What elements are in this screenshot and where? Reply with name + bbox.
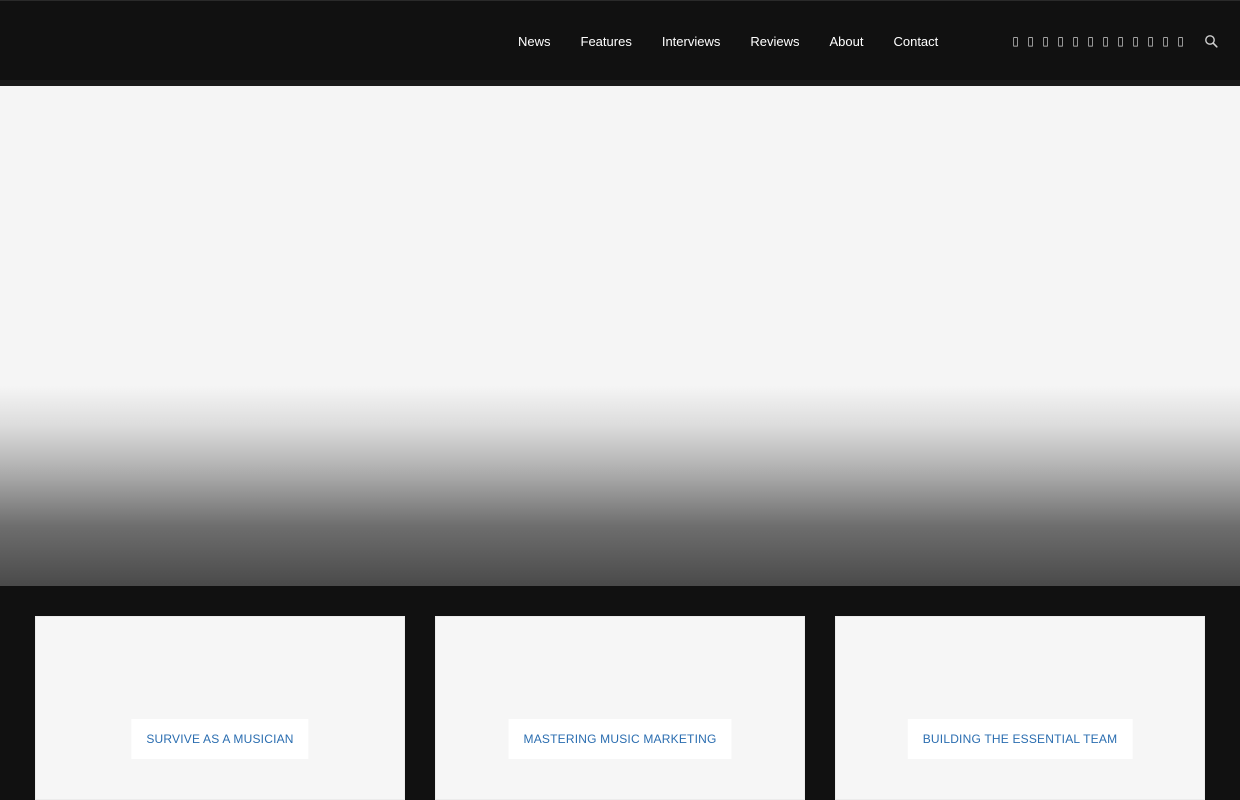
facebook-icon[interactable]: ▯ <box>1008 34 1023 48</box>
linkedin-icon[interactable]: ▯ <box>1128 34 1143 48</box>
search-icon[interactable] <box>1204 34 1218 48</box>
main-nav: News Features Interviews Reviews About C… <box>503 1 953 81</box>
feature-cards: SURVIVE AS A MUSICIAN MASTERING MUSIC MA… <box>35 616 1205 800</box>
card-label-survive[interactable]: SURVIVE AS A MUSICIAN <box>131 719 309 759</box>
pinterest-icon[interactable]: ▯ <box>1098 34 1113 48</box>
rss-icon[interactable]: ▯ <box>1158 34 1173 48</box>
instagram-icon[interactable]: ▯ <box>1038 34 1053 48</box>
twitter-icon[interactable]: ▯ <box>1023 34 1038 48</box>
nav-item-interviews[interactable]: Interviews <box>647 34 736 49</box>
card-label-team[interactable]: BUILDING THE ESSENTIAL TEAM <box>907 719 1133 759</box>
nav-item-features[interactable]: Features <box>566 34 647 49</box>
feature-card[interactable]: MASTERING MUSIC MARKETING <box>435 616 805 800</box>
spotify-icon[interactable]: ▯ <box>1083 34 1098 48</box>
social-links: ▯ ▯ ▯ ▯ ▯ ▯ ▯ ▯ ▯ ▯ ▯ ▯ <box>1008 1 1188 81</box>
email-icon[interactable]: ▯ <box>1173 34 1188 48</box>
site-header: News Features Interviews Reviews About C… <box>0 0 1240 80</box>
tumblr-icon[interactable]: ▯ <box>1113 34 1128 48</box>
nav-item-reviews[interactable]: Reviews <box>735 34 814 49</box>
feature-card[interactable]: BUILDING THE ESSENTIAL TEAM <box>835 616 1205 800</box>
nav-item-contact[interactable]: Contact <box>878 34 953 49</box>
feature-card[interactable]: SURVIVE AS A MUSICIAN <box>35 616 405 800</box>
youtube-icon[interactable]: ▯ <box>1053 34 1068 48</box>
nav-item-news[interactable]: News <box>503 34 566 49</box>
soundcloud-icon[interactable]: ▯ <box>1068 34 1083 48</box>
nav-item-about[interactable]: About <box>814 34 878 49</box>
card-label-marketing[interactable]: MASTERING MUSIC MARKETING <box>508 719 732 759</box>
hero-image <box>0 86 1240 586</box>
vimeo-icon[interactable]: ▯ <box>1143 34 1158 48</box>
